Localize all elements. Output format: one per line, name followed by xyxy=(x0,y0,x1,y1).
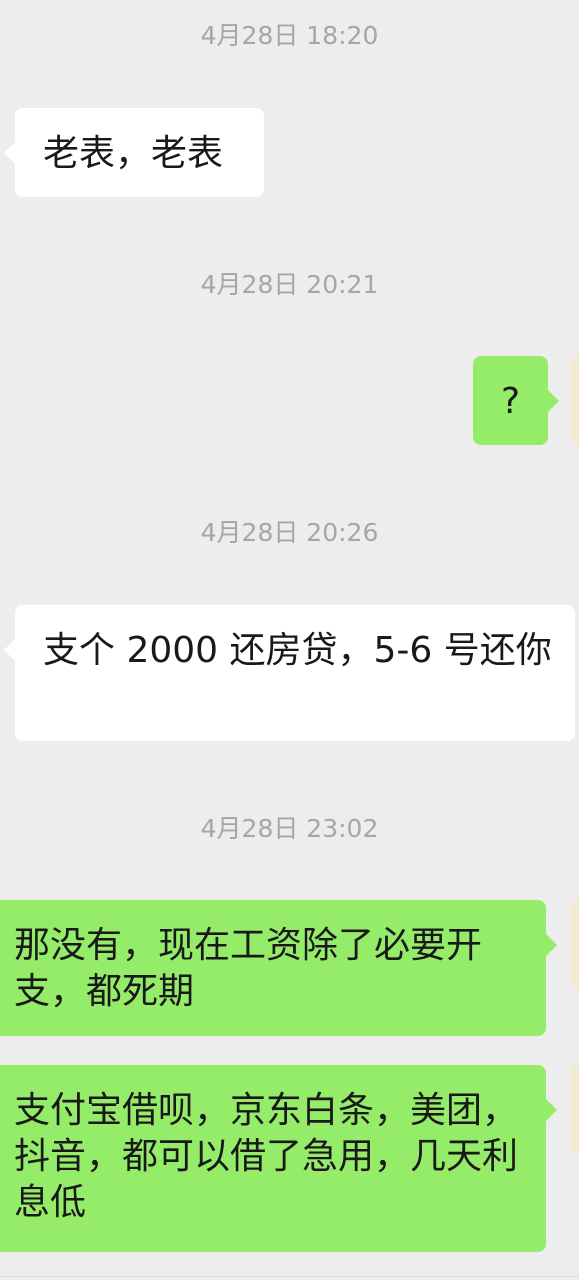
avatar[interactable] xyxy=(570,356,579,445)
bubble-tail xyxy=(4,639,15,661)
bubble-tail xyxy=(546,934,557,956)
outgoing-message-bubble[interactable]: 支付宝借呗，京东白条，美团，抖音，都可以借了急用，几天利息低 xyxy=(0,1065,557,1252)
message-text: 支个 2000 还房贷，5-6 号还你 xyxy=(43,630,552,671)
message-text: 那没有，现在工资除了必要开支，都死期 xyxy=(14,925,483,1012)
timestamp: 4月28日 18:20 xyxy=(200,21,379,50)
bubble-tail xyxy=(4,142,15,164)
bubble-tail xyxy=(546,1099,557,1121)
avatar[interactable] xyxy=(570,900,579,989)
timestamp: 4月28日 23:02 xyxy=(200,814,379,843)
incoming-message-bubble[interactable]: 老表，老表 xyxy=(4,108,264,197)
message-text: 支付宝借呗，京东白条，美团，抖音，都可以借了急用，几天利息低 xyxy=(14,1090,519,1223)
avatar[interactable] xyxy=(570,1065,579,1154)
incoming-message-bubble[interactable]: 支个 2000 还房贷，5-6 号还你 xyxy=(4,605,575,741)
outgoing-message-bubble[interactable]: 那没有，现在工资除了必要开支，都死期 xyxy=(0,900,557,1036)
message-text: ? xyxy=(500,381,521,422)
outgoing-message-bubble[interactable]: ? xyxy=(473,356,559,445)
bubble-tail xyxy=(548,390,559,412)
message-text: 老表，老表 xyxy=(43,133,224,174)
timestamp: 4月28日 20:21 xyxy=(200,270,379,299)
divider xyxy=(0,1276,579,1277)
timestamp: 4月28日 20:26 xyxy=(200,518,379,547)
